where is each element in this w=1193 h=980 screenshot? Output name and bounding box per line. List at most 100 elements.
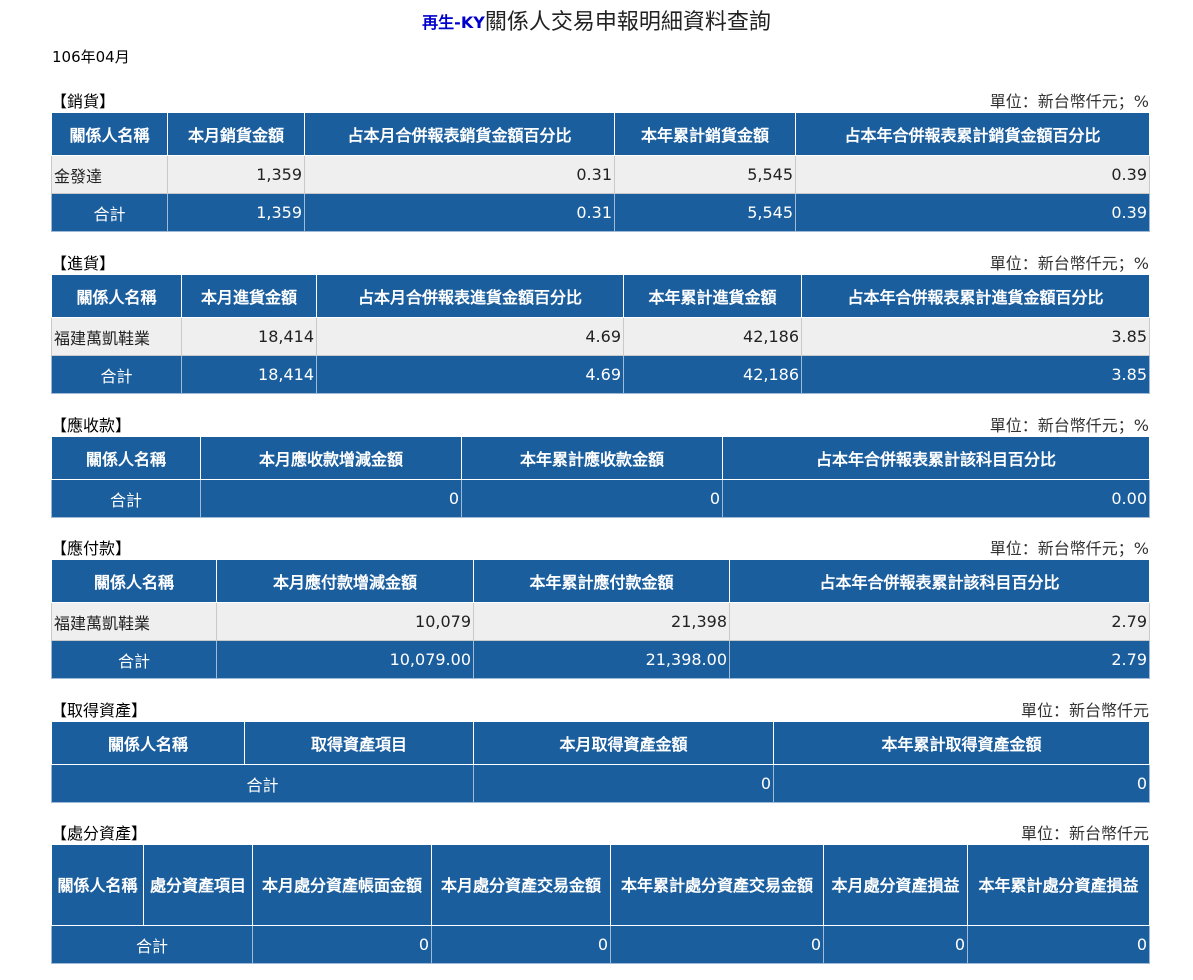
purchases-label: 【進貨】 <box>51 254 116 273</box>
table-cell: 0 <box>200 479 462 518</box>
payables-unit: 單位：新台幣仟元；% <box>989 539 1149 558</box>
column-header: 本年累計取得資產金額 <box>773 721 1150 765</box>
column-header: 本月進貨金額 <box>181 274 317 318</box>
sales-unit: 單位：新台幣仟元；% <box>989 92 1149 111</box>
disposals-table: 關係人名稱 處分資產項目 本月處分資產帳面金額 本月處分資產交易金額 本年累計處… <box>51 844 1150 964</box>
column-header: 本月應付款增減金額 <box>216 559 474 603</box>
column-header: 占本月合併報表進貨金額百分比 <box>316 274 624 318</box>
column-header: 占本年合併報表累計進貨金額百分比 <box>801 274 1150 318</box>
table-cell: 0 <box>431 925 611 964</box>
column-header: 本月處分資產交易金額 <box>431 844 611 926</box>
report-date: 106年04月 <box>52 48 130 66</box>
table-header-row: 關係人名稱 取得資產項目 本月取得資產金額 本年累計取得資產金額 <box>51 721 1150 765</box>
related-party-name: 福建萬凱鞋業 <box>51 317 182 356</box>
total-row: 合計 0 0 <box>51 764 1150 803</box>
table-cell: 10,079.00 <box>216 640 474 679</box>
disposals-section: 【處分資產】 單位：新台幣仟元 關係人名稱 處分資產項目 本月處分資產帳面金額 … <box>51 816 1150 964</box>
table-header-row: 關係人名稱 處分資產項目 本月處分資產帳面金額 本月處分資產交易金額 本年累計處… <box>51 844 1150 926</box>
column-header: 本年累計應付款金額 <box>473 559 730 603</box>
total-row: 合計 18,414 4.69 42,186 3.85 <box>51 355 1150 394</box>
related-party-name: 金發達 <box>51 155 168 194</box>
total-row: 合計 10,079.00 21,398.00 2.79 <box>51 640 1150 679</box>
column-header: 關係人名稱 <box>51 436 201 480</box>
payables-table: 關係人名稱 本月應付款增減金額 本年累計應付款金額 占本年合併報表累計該科目百分… <box>51 559 1150 679</box>
column-header: 處分資產項目 <box>143 844 253 926</box>
acquisitions-unit: 單位：新台幣仟元 <box>1020 701 1149 720</box>
table-cell: 0.00 <box>722 479 1150 518</box>
table-cell: 0 <box>473 764 774 803</box>
disposals-label: 【處分資產】 <box>51 824 148 843</box>
acquisitions-table: 關係人名稱 取得資產項目 本月取得資產金額 本年累計取得資產金額 合計 0 0 <box>51 721 1150 803</box>
table-cell: 0.39 <box>795 155 1150 194</box>
table-cell: 0 <box>461 479 723 518</box>
table-cell: 5,545 <box>614 155 796 194</box>
column-header: 本年累計處分資產損益 <box>967 844 1150 926</box>
acquisitions-label: 【取得資產】 <box>51 701 148 720</box>
purchases-unit: 單位：新台幣仟元；% <box>989 254 1149 273</box>
purchases-table: 關係人名稱 本月進貨金額 占本月合併報表進貨金額百分比 本年累計進貨金額 占本年… <box>51 274 1150 394</box>
sales-label: 【銷貨】 <box>51 92 116 111</box>
table-cell: 21,398.00 <box>473 640 730 679</box>
table-cell: 2.79 <box>729 640 1150 679</box>
total-label: 合計 <box>51 925 253 964</box>
column-header: 關係人名稱 <box>51 721 245 765</box>
table-cell: 0.31 <box>304 155 615 194</box>
total-label: 合計 <box>51 640 217 679</box>
column-header: 占本年合併報表累計該科目百分比 <box>729 559 1150 603</box>
column-header: 本年累計應收款金額 <box>461 436 723 480</box>
column-header: 關係人名稱 <box>51 559 217 603</box>
table-header-row: 關係人名稱 本月應付款增減金額 本年累計應付款金額 占本年合併報表累計該科目百分… <box>51 559 1150 603</box>
table-header-row: 關係人名稱 本月應收款增減金額 本年累計應收款金額 占本年合併報表累計該科目百分… <box>51 436 1150 480</box>
payables-section: 【應付款】 單位：新台幣仟元；% 關係人名稱 本月應付款增減金額 本年累計應付款… <box>51 531 1150 679</box>
table-cell: 3.85 <box>801 355 1150 394</box>
column-header: 本年累計進貨金額 <box>623 274 802 318</box>
sales-table: 關係人名稱 本月銷貨金額 占本月合併報表銷貨金額百分比 本年累計銷貨金額 占本年… <box>51 112 1150 232</box>
column-header: 本月處分資產損益 <box>823 844 968 926</box>
table-row: 金發達 1,359 0.31 5,545 0.39 <box>51 155 1150 194</box>
total-row: 合計 0 0 0 0 0 <box>51 925 1150 964</box>
column-header: 關係人名稱 <box>51 844 144 926</box>
table-cell: 0 <box>610 925 824 964</box>
table-cell: 0 <box>823 925 968 964</box>
table-header-row: 關係人名稱 本月進貨金額 占本月合併報表進貨金額百分比 本年累計進貨金額 占本年… <box>51 274 1150 318</box>
column-header: 本月應收款增減金額 <box>200 436 462 480</box>
column-header: 本年累計處分資產交易金額 <box>610 844 824 926</box>
receivables-label: 【應收款】 <box>51 416 132 435</box>
related-party-name: 福建萬凱鞋業 <box>51 602 217 641</box>
table-cell: 4.69 <box>316 317 624 356</box>
table-cell: 21,398 <box>473 602 730 641</box>
total-label: 合計 <box>51 479 201 518</box>
column-header: 本年累計銷貨金額 <box>614 112 796 156</box>
acquisitions-section: 【取得資產】 單位：新台幣仟元 關係人名稱 取得資產項目 本月取得資產金額 本年… <box>51 693 1150 803</box>
table-cell: 5,545 <box>614 193 796 232</box>
table-cell: 42,186 <box>623 355 802 394</box>
table-cell: 1,359 <box>167 193 305 232</box>
receivables-section: 【應收款】 單位：新台幣仟元；% 關係人名稱 本月應收款增減金額 本年累計應收款… <box>51 408 1150 518</box>
column-header: 關係人名稱 <box>51 112 168 156</box>
receivables-unit: 單位：新台幣仟元；% <box>989 416 1149 435</box>
column-header: 關係人名稱 <box>51 274 182 318</box>
column-header: 占本年合併報表累計銷貨金額百分比 <box>795 112 1150 156</box>
sales-section: 【銷貨】 單位：新台幣仟元；% 關係人名稱 本月銷貨金額 占本月合併報表銷貨金額… <box>51 84 1150 232</box>
table-row: 福建萬凱鞋業 18,414 4.69 42,186 3.85 <box>51 317 1150 356</box>
company-name: 再生-KY <box>422 13 485 32</box>
total-label: 合計 <box>51 764 474 803</box>
table-cell: 2.79 <box>729 602 1150 641</box>
column-header: 占本年合併報表累計該科目百分比 <box>722 436 1150 480</box>
table-cell: 10,079 <box>216 602 474 641</box>
total-label: 合計 <box>51 355 182 394</box>
table-cell: 0.31 <box>304 193 615 232</box>
table-cell: 18,414 <box>181 317 317 356</box>
column-header: 本月取得資產金額 <box>473 721 774 765</box>
total-label: 合計 <box>51 193 168 232</box>
page-heading: 關係人交易申報明細資料查詢 <box>484 10 771 35</box>
column-header: 占本月合併報表銷貨金額百分比 <box>304 112 615 156</box>
receivables-table: 關係人名稱 本月應收款增減金額 本年累計應收款金額 占本年合併報表累計該科目百分… <box>51 436 1150 518</box>
column-header: 本月銷貨金額 <box>167 112 305 156</box>
table-cell: 0 <box>252 925 432 964</box>
table-row: 福建萬凱鞋業 10,079 21,398 2.79 <box>51 602 1150 641</box>
column-header: 取得資產項目 <box>244 721 474 765</box>
disposals-unit: 單位：新台幣仟元 <box>1020 824 1149 843</box>
table-header-row: 關係人名稱 本月銷貨金額 占本月合併報表銷貨金額百分比 本年累計銷貨金額 占本年… <box>51 112 1150 156</box>
payables-label: 【應付款】 <box>51 539 132 558</box>
